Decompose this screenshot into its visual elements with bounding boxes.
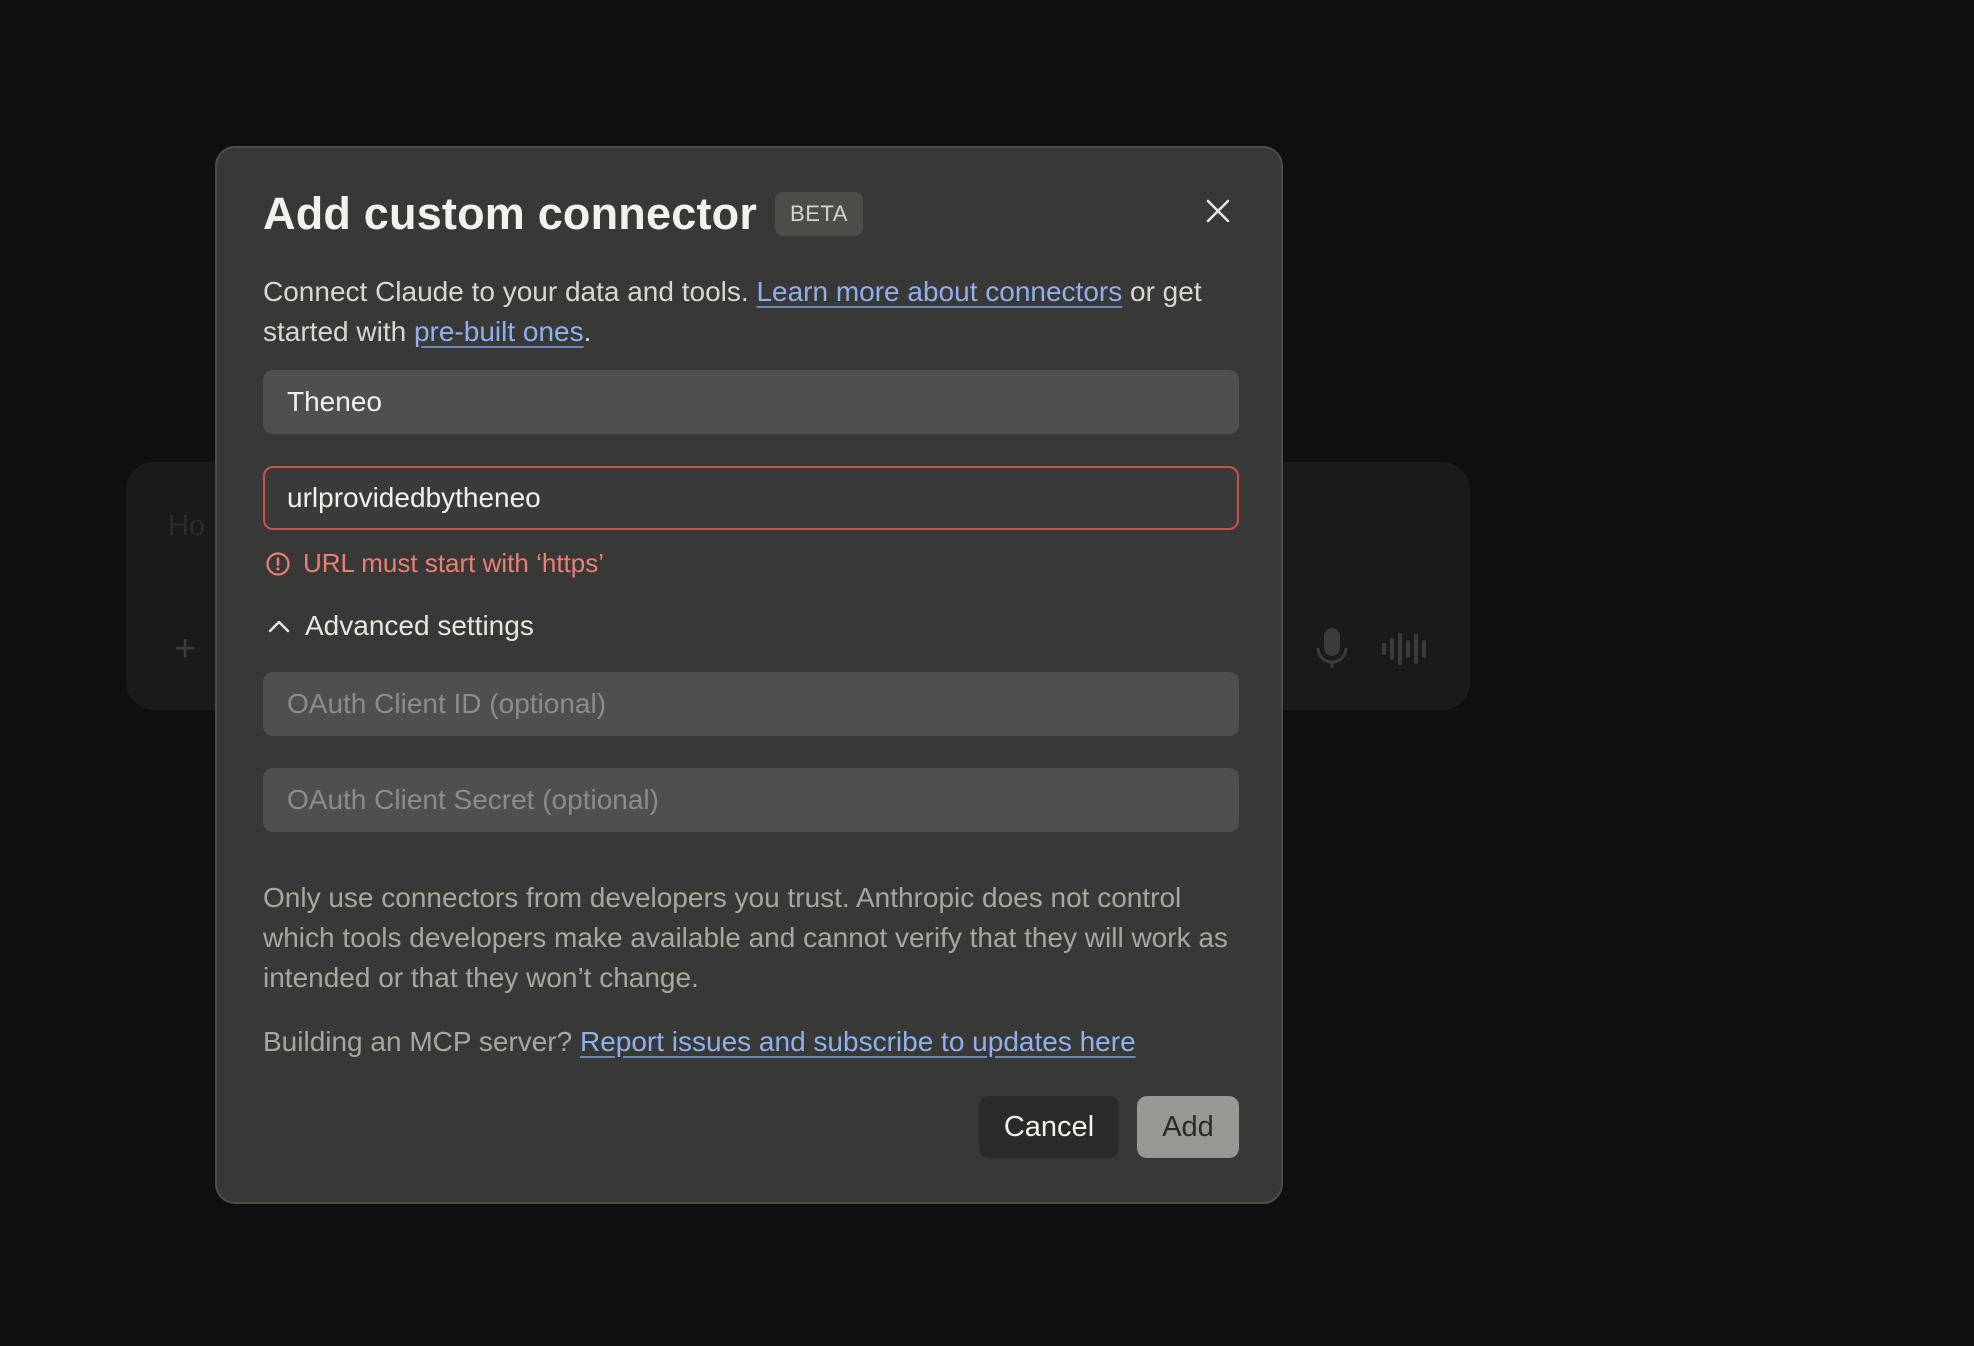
- connector-url-input[interactable]: urlprovidedbytheneo: [263, 466, 1239, 530]
- oauth-client-id-placeholder: OAuth Client ID (optional): [287, 688, 607, 719]
- dialog-title: Add custom connector: [263, 188, 758, 239]
- advanced-settings-toggle[interactable]: Advanced settings: [267, 610, 534, 642]
- description-text-3: .: [583, 316, 592, 347]
- dialog-description: Connect Claude to your data and tools. L…: [263, 272, 1233, 352]
- oauth-client-secret-input[interactable]: OAuth Client Secret (optional): [263, 768, 1239, 832]
- mcp-server-note: Building an MCP server? Report issues an…: [263, 1022, 1136, 1062]
- chevron-up-icon: [268, 620, 290, 633]
- learn-more-link[interactable]: Learn more about connectors: [756, 276, 1122, 307]
- oauth-client-secret-placeholder: OAuth Client Secret (optional): [287, 784, 659, 815]
- waveform-icon: [1382, 633, 1426, 665]
- advanced-settings-label: Advanced settings: [305, 610, 534, 641]
- beta-badge: BETA: [775, 192, 863, 236]
- plus-icon: +: [174, 628, 197, 670]
- description-text-1: Connect Claude to your data and tools.: [263, 276, 757, 307]
- composer-placeholder: Ho: [168, 510, 206, 542]
- url-error-text: URL must start with ‘https’: [303, 548, 605, 578]
- mcp-prefix: Building an MCP server?: [263, 1026, 580, 1057]
- connector-url-value: urlprovidedbytheneo: [287, 482, 541, 513]
- microphone-icon: [1316, 628, 1348, 668]
- oauth-client-id-input[interactable]: OAuth Client ID (optional): [263, 672, 1239, 736]
- page: Ho + Add custom connector BETA Connect C…: [0, 0, 1974, 1346]
- connector-name-input[interactable]: Theneo: [263, 370, 1239, 434]
- cancel-button[interactable]: Cancel: [979, 1096, 1119, 1158]
- dialog-header: Add custom connector BETA: [263, 188, 863, 240]
- connector-name-value: Theneo: [287, 386, 382, 417]
- add-button[interactable]: Add: [1137, 1096, 1239, 1158]
- trust-disclaimer: Only use connectors from developers you …: [263, 882, 1228, 993]
- prebuilt-connectors-link[interactable]: pre-built ones: [414, 316, 584, 347]
- report-issues-link[interactable]: Report issues and subscribe to updates h…: [580, 1026, 1136, 1057]
- error-circle-icon: [266, 551, 290, 576]
- url-error-message: URL must start with ‘https’: [265, 548, 604, 579]
- add-connector-dialog: Add custom connector BETA Connect Claude…: [215, 146, 1283, 1204]
- close-icon[interactable]: [1201, 194, 1235, 228]
